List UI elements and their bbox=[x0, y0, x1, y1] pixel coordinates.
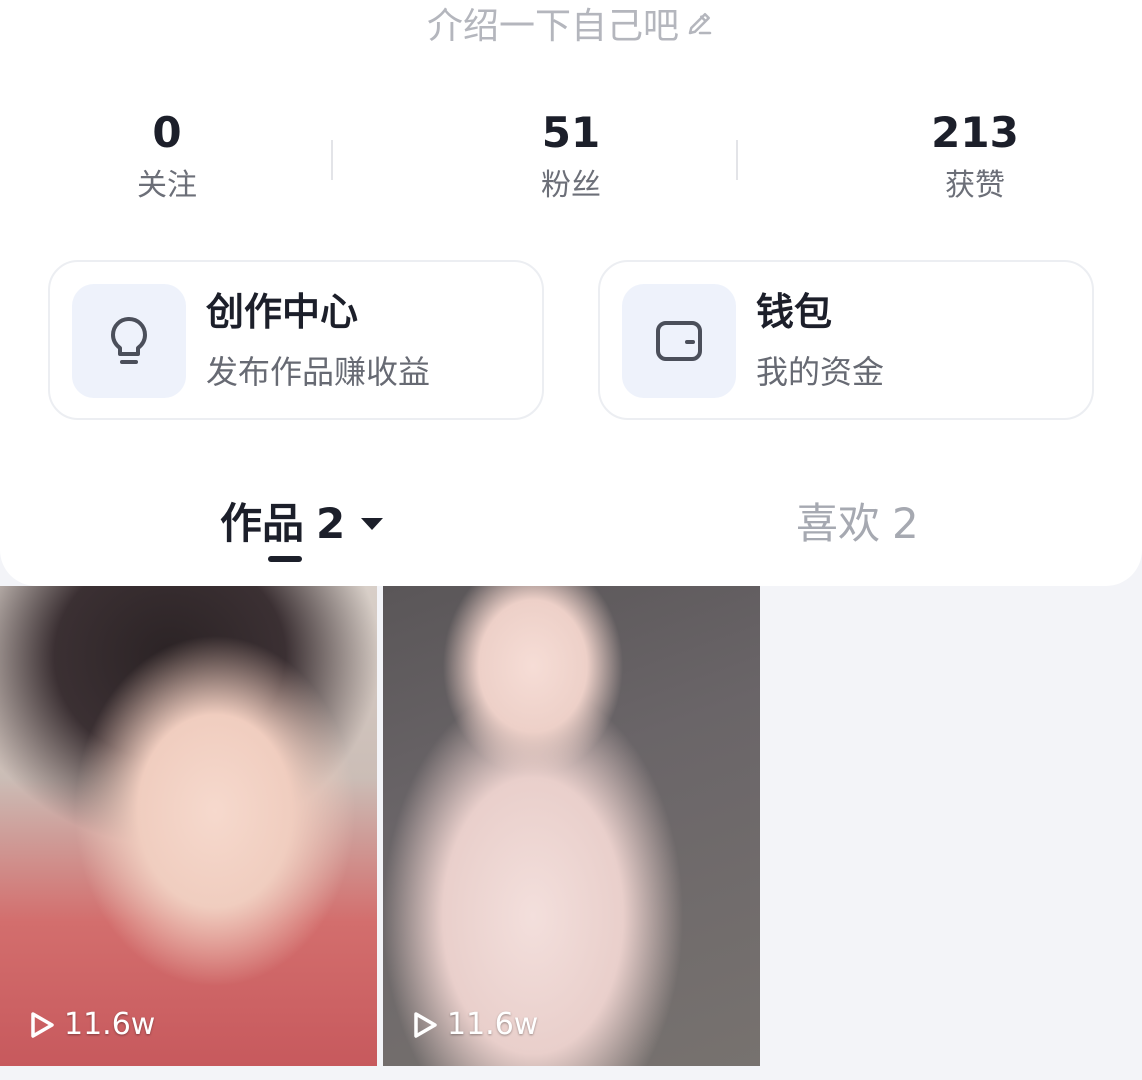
tab-likes[interactable]: 喜欢 2 bbox=[796, 490, 919, 558]
profile-card: 介绍一下自己吧 0 关注 51 粉丝 213 获赞 创作中心 发布作品赚收益 钱… bbox=[0, 0, 1142, 586]
grid-empty-slot bbox=[766, 586, 1142, 1066]
stat-followers[interactable]: 51 粉丝 bbox=[446, 108, 696, 214]
tab-works-count: 2 bbox=[316, 499, 346, 548]
stat-likes[interactable]: 213 获赞 bbox=[850, 108, 1100, 214]
stat-divider bbox=[331, 140, 333, 180]
play-icon bbox=[31, 1011, 54, 1038]
creator-center-title: 创作中心 bbox=[206, 290, 359, 334]
tab-likes-label: 喜欢 bbox=[796, 499, 881, 548]
stat-following-value: 0 bbox=[152, 108, 182, 157]
bio-placeholder: 介绍一下自己吧 bbox=[426, 6, 679, 47]
creator-center-subtitle: 发布作品赚收益 bbox=[206, 353, 431, 391]
stat-following[interactable]: 0 关注 bbox=[42, 108, 292, 214]
stat-followers-label: 粉丝 bbox=[541, 168, 601, 203]
bio-edit[interactable]: 介绍一下自己吧 bbox=[0, 0, 1142, 47]
wallet-subtitle: 我的资金 bbox=[756, 353, 885, 391]
tab-likes-count: 2 bbox=[892, 499, 919, 548]
caret-down-icon[interactable] bbox=[359, 515, 385, 533]
video-thumbnail[interactable]: 11.6w bbox=[0, 586, 377, 1066]
stat-divider bbox=[736, 140, 738, 180]
wallet-card[interactable]: 钱包 我的资金 bbox=[598, 260, 1094, 420]
content-tabs: 作品 2 喜欢 2 bbox=[0, 490, 1142, 570]
stat-likes-value: 213 bbox=[931, 108, 1019, 157]
creator-center-card[interactable]: 创作中心 发布作品赚收益 bbox=[48, 260, 544, 420]
stat-followers-value: 51 bbox=[541, 108, 601, 157]
play-count: 11.6w bbox=[28, 1007, 155, 1042]
play-count: 11.6w bbox=[411, 1007, 538, 1042]
pencil-icon bbox=[688, 13, 712, 35]
wallet-icon bbox=[622, 284, 736, 398]
stats-row: 0 关注 51 粉丝 213 获赞 bbox=[0, 108, 1142, 218]
tab-works-label: 作品 bbox=[220, 499, 305, 548]
tab-active-indicator bbox=[268, 556, 302, 562]
stat-following-label: 关注 bbox=[137, 168, 197, 203]
video-thumbnail[interactable]: 11.6w bbox=[383, 586, 760, 1066]
stat-likes-label: 获赞 bbox=[945, 168, 1005, 203]
wallet-title: 钱包 bbox=[756, 290, 833, 334]
tab-works[interactable]: 作品 2 bbox=[220, 490, 385, 558]
play-count-value: 11.6w bbox=[447, 1007, 539, 1042]
lightbulb-icon bbox=[72, 284, 186, 398]
play-icon bbox=[414, 1011, 437, 1038]
play-count-value: 11.6w bbox=[64, 1007, 156, 1042]
